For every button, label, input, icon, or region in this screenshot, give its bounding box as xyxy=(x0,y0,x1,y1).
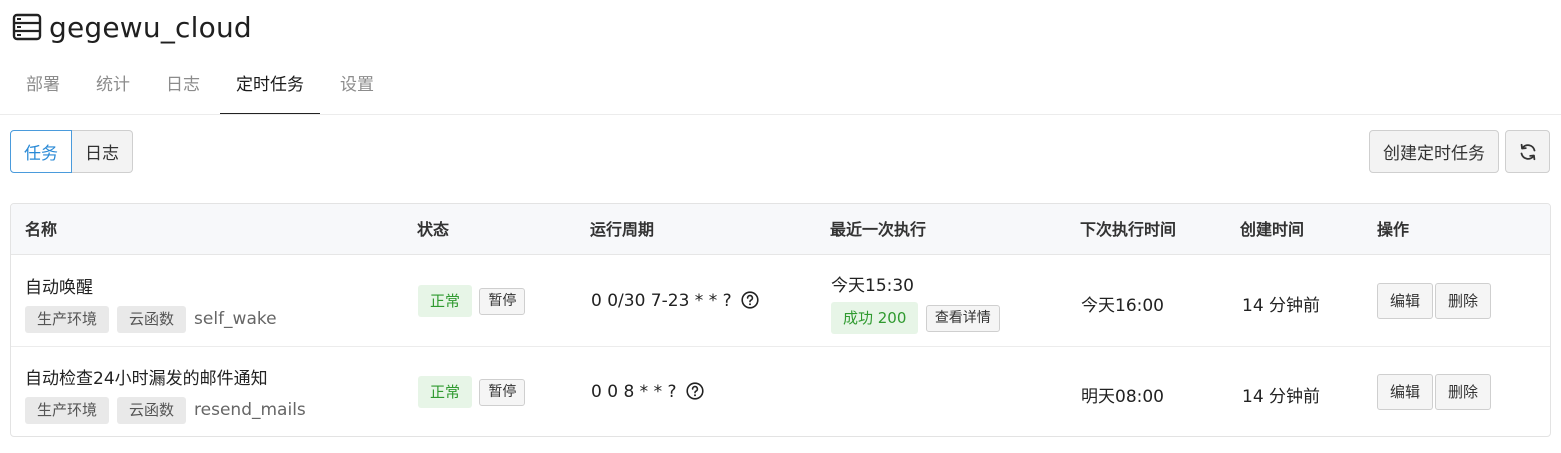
table-header: 名称 状态 运行周期 最近一次执行 下次执行时间 创建时间 操作 xyxy=(11,204,1550,255)
server-icon xyxy=(12,13,42,41)
env-tag: 生产环境 xyxy=(25,397,110,424)
help-icon[interactable] xyxy=(686,382,704,400)
header-cycle: 运行周期 xyxy=(590,220,655,239)
next-run-time: 今天16:00 xyxy=(1081,296,1164,316)
env-tag: 生产环境 xyxy=(25,306,110,333)
created-time: 14 分钟前 xyxy=(1242,296,1321,316)
tab-settings[interactable]: 设置 xyxy=(324,62,390,115)
tasks-table: 名称 状态 运行周期 最近一次执行 下次执行时间 创建时间 操作 自动唤醒 生产… xyxy=(10,203,1551,437)
header-ops: 操作 xyxy=(1377,220,1410,239)
header-status: 状态 xyxy=(417,220,450,239)
next-run-time: 明天08:00 xyxy=(1081,387,1164,407)
view-details-button[interactable]: 查看详情 xyxy=(925,304,1000,332)
help-icon[interactable] xyxy=(741,291,759,309)
tab-logs[interactable]: 日志 xyxy=(150,62,216,115)
edit-button[interactable]: 编辑 xyxy=(1377,283,1434,319)
header-last-run: 最近一次执行 xyxy=(830,220,927,239)
pause-button[interactable]: 暂停 xyxy=(479,378,526,406)
table-row: 自动检查24小时漏发的邮件通知 生产环境 云函数 resend_mails 正常 暂… xyxy=(11,348,1550,436)
delete-button[interactable]: 删除 xyxy=(1435,283,1492,319)
tabs-divider xyxy=(0,114,1561,115)
delete-button[interactable]: 删除 xyxy=(1435,374,1492,410)
last-run-result: 成功 200 xyxy=(831,302,919,334)
header-created: 创建时间 xyxy=(1240,220,1305,239)
refresh-button[interactable] xyxy=(1505,130,1550,173)
type-tag: 云函数 xyxy=(117,306,187,333)
pause-button[interactable]: 暂停 xyxy=(479,287,526,315)
app-title: gegewu_cloud xyxy=(49,10,252,44)
app-header: gegewu_cloud xyxy=(12,8,252,46)
create-task-button[interactable]: 创建定时任务 xyxy=(1369,130,1499,173)
view-toggle: 任务 日志 xyxy=(10,130,133,173)
tab-deploy[interactable]: 部署 xyxy=(10,62,76,115)
main-tabs: 部署 统计 日志 定时任务 设置 xyxy=(10,62,394,115)
header-name: 名称 xyxy=(25,220,58,239)
function-name: resend_mails xyxy=(194,400,306,420)
tab-stats[interactable]: 统计 xyxy=(80,62,146,115)
created-time: 14 分钟前 xyxy=(1242,387,1321,407)
refresh-icon xyxy=(1520,143,1535,160)
last-run-time: 今天15:30 xyxy=(831,276,914,296)
table-row: 自动唤醒 生产环境 云函数 self_wake 正常 暂停 0 0/30 7-23 … xyxy=(11,255,1550,347)
cron-expression: 0 0/30 7-23 * * ? xyxy=(591,291,732,311)
logs-toggle-button[interactable]: 日志 xyxy=(72,130,133,173)
toolbar-actions: 创建定时任务 xyxy=(1369,130,1550,173)
header-next-run: 下次执行时间 xyxy=(1080,220,1177,239)
type-tag: 云函数 xyxy=(117,397,187,424)
status-badge: 正常 xyxy=(418,376,473,408)
function-name: self_wake xyxy=(194,309,277,329)
task-name: 自动检查24小时漏发的邮件通知 xyxy=(25,369,268,389)
tab-scheduled-tasks[interactable]: 定时任务 xyxy=(220,62,320,115)
cron-expression: 0 0 8 * * ? xyxy=(591,382,677,402)
edit-button[interactable]: 编辑 xyxy=(1377,374,1434,410)
status-badge: 正常 xyxy=(418,285,473,317)
tasks-toggle-button[interactable]: 任务 xyxy=(10,130,72,173)
task-name: 自动唤醒 xyxy=(25,278,93,298)
